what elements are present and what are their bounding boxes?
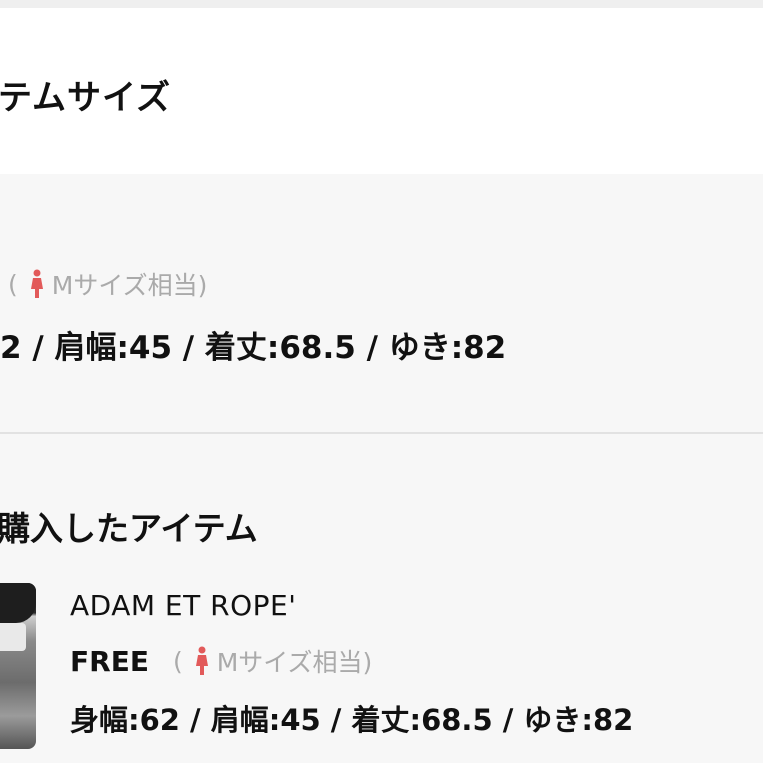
purchased-items-title: 購入したアイテム: [0, 509, 258, 548]
item-measurements: 身幅:62 / 肩幅:45 / 着丈:68.5 / ゆき:82: [70, 703, 634, 737]
reference-size-note: ( Mサイズ相当): [8, 266, 207, 302]
item-size: FREE: [70, 644, 149, 678]
divider: [0, 432, 763, 434]
reference-measurements: 2 / 肩幅:45 / 着丈:68.5 / ゆき:82: [0, 330, 507, 366]
item-thumbnail[interactable]: [0, 583, 36, 749]
size-equivalent-label: Mサイズ相当): [216, 648, 373, 677]
paren-open: (: [8, 269, 18, 299]
item-size-row: FREE ( Mサイズ相当): [70, 643, 372, 679]
item-size-note: ( Mサイズ相当): [173, 643, 372, 679]
woman-figure-icon: [193, 646, 211, 676]
reference-size-block: [0, 174, 763, 432]
thumbnail-collar: [0, 623, 26, 651]
size-equivalent-label: Mサイズ相当): [51, 271, 208, 300]
paren-open: (: [172, 646, 183, 676]
section-title: テムサイズ: [0, 78, 171, 118]
top-bar: [0, 0, 763, 8]
woman-figure-icon: [28, 269, 46, 299]
section-header: テムサイズ: [0, 8, 763, 174]
thumbnail-hair: [0, 583, 36, 623]
item-brand[interactable]: ADAM ET ROPE': [70, 589, 296, 622]
